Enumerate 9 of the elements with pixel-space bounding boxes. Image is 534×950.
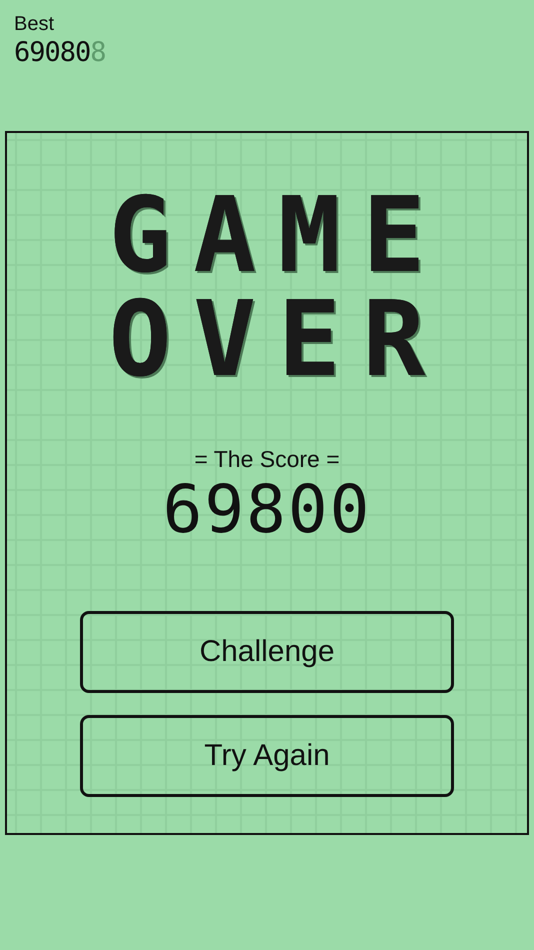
- game-over-title: OVER: [108, 291, 448, 387]
- score-value: 69800: [162, 477, 372, 543]
- best-label: Best: [14, 12, 54, 36]
- try-again-button[interactable]: Try Again: [80, 715, 454, 797]
- score-label: = The Score =: [194, 445, 340, 473]
- game-over-title: GAME: [108, 187, 448, 283]
- best-score: 69080: [14, 38, 90, 68]
- unlit-digit: 8: [90, 38, 107, 68]
- challenge-button[interactable]: Challenge: [80, 611, 454, 693]
